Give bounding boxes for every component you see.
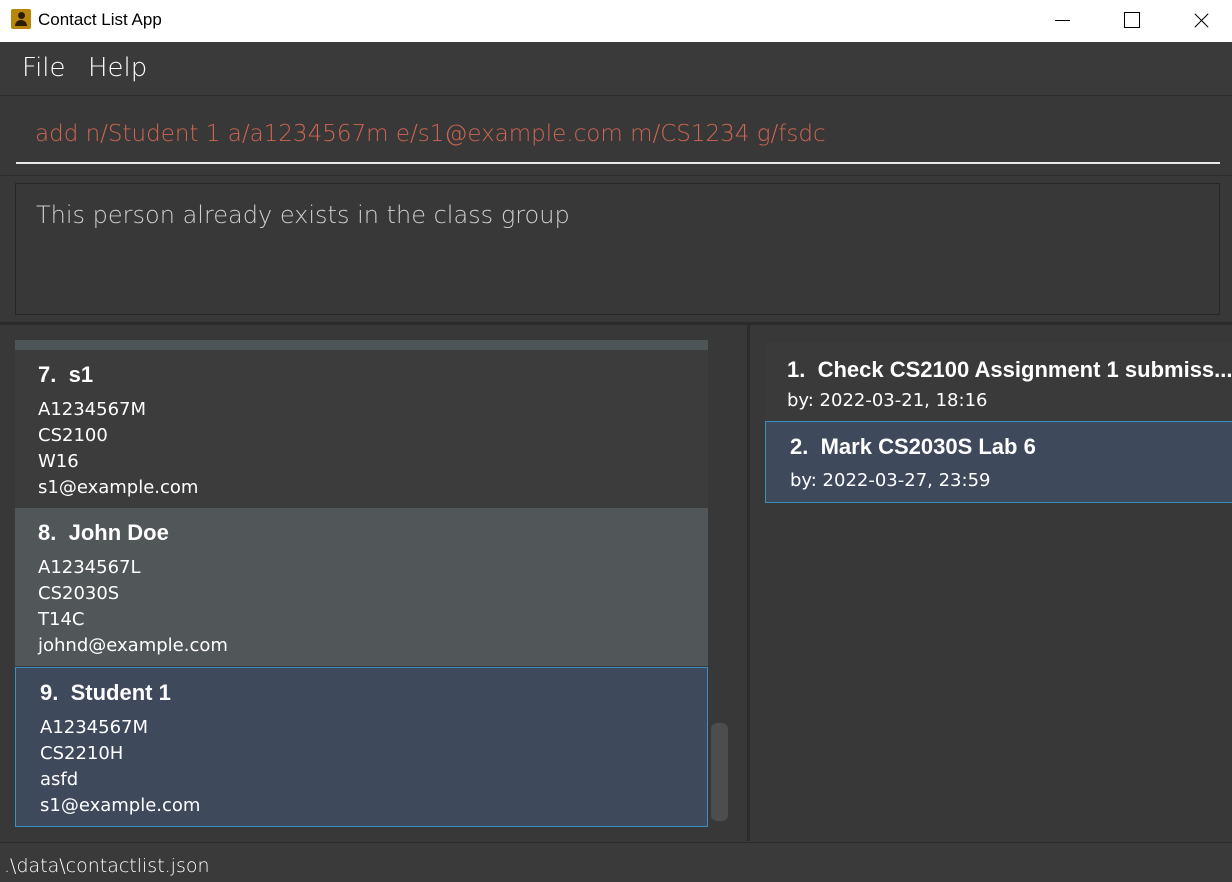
person-module: CS2210H: [40, 743, 124, 764]
person-group: W16: [38, 451, 79, 472]
task-card[interactable]: 1. Check CS2100 Assignment 1 submiss... …: [765, 342, 1232, 424]
command-input-text: add n/Student 1 a/a1234567m e/s1@example…: [35, 121, 826, 147]
command-input[interactable]: add n/Student 1 a/a1234567m e/s1@example…: [16, 107, 1220, 164]
result-display[interactable]: This person already exists in the class …: [15, 183, 1220, 315]
title-bar: Contact List App: [0, 0, 1232, 42]
person-name: Student 1: [70, 680, 171, 705]
save-location-path: .\data\contactlist.json: [4, 855, 210, 877]
maximize-button[interactable]: [1096, 0, 1166, 42]
person-card[interactable]: 7. s1 A1234567M CS2100 W16 s1@example.co…: [15, 350, 708, 508]
person-group: asfd: [40, 769, 79, 790]
person-card[interactable]: 8. John Doe A1234567L CS2030S T14C johnd…: [15, 508, 708, 666]
menu-help[interactable]: Help: [88, 53, 147, 83]
window-title: Contact List App: [38, 10, 162, 29]
task-deadline: by: 2022-03-21, 18:16: [787, 390, 988, 411]
person-student-id: A1234567L: [38, 557, 141, 578]
result-display-area: This person already exists in the class …: [0, 175, 1232, 323]
person-list[interactable]: 7. s1 A1234567M CS2100 W16 s1@example.co…: [15, 340, 708, 828]
person-index: 9. Student 1: [40, 680, 171, 705]
person-email: s1@example.com: [38, 477, 199, 498]
task-title: 1. Check CS2100 Assignment 1 submiss...: [787, 357, 1232, 382]
person-email: s1@example.com: [40, 795, 201, 816]
menu-bar: File Help: [0, 42, 1232, 96]
person-group: T14C: [38, 609, 85, 630]
person-email: johnd@example.com: [38, 635, 228, 656]
result-message: This person already exists in the class …: [36, 201, 570, 229]
person-card-partial[interactable]: [15, 340, 708, 350]
person-name: s1: [68, 362, 94, 387]
close-button[interactable]: [1166, 0, 1232, 42]
task-title: 2. Mark CS2030S Lab 6: [790, 434, 1036, 459]
person-module: CS2100: [38, 425, 108, 446]
task-list-panel[interactable]: 1. Check CS2100 Assignment 1 submiss... …: [750, 325, 1232, 841]
status-bar: .\data\contactlist.json: [0, 842, 1232, 882]
person-name: John Doe: [68, 520, 169, 545]
person-module: CS2030S: [38, 583, 120, 604]
person-student-id: A1234567M: [40, 717, 149, 738]
menu-file[interactable]: File: [22, 53, 66, 83]
minimize-button[interactable]: [1027, 0, 1097, 42]
person-list-scrollbar[interactable]: [711, 723, 728, 821]
command-box-area: add n/Student 1 a/a1234567m e/s1@example…: [0, 97, 1232, 173]
contacts-app-icon: [11, 9, 31, 29]
person-card-selected[interactable]: 9. Student 1 A1234567M CS2210H asfd s1@e…: [15, 667, 708, 827]
task-deadline: by: 2022-03-27, 23:59: [790, 470, 991, 491]
person-list-panel: 7. s1 A1234567M CS2100 W16 s1@example.co…: [0, 325, 747, 841]
task-card-selected[interactable]: 2. Mark CS2030S Lab 6 by: 2022-03-27, 23…: [765, 421, 1232, 503]
person-index: 8. John Doe: [38, 520, 169, 545]
person-student-id: A1234567M: [38, 399, 147, 420]
person-index: 7. s1: [38, 362, 94, 387]
